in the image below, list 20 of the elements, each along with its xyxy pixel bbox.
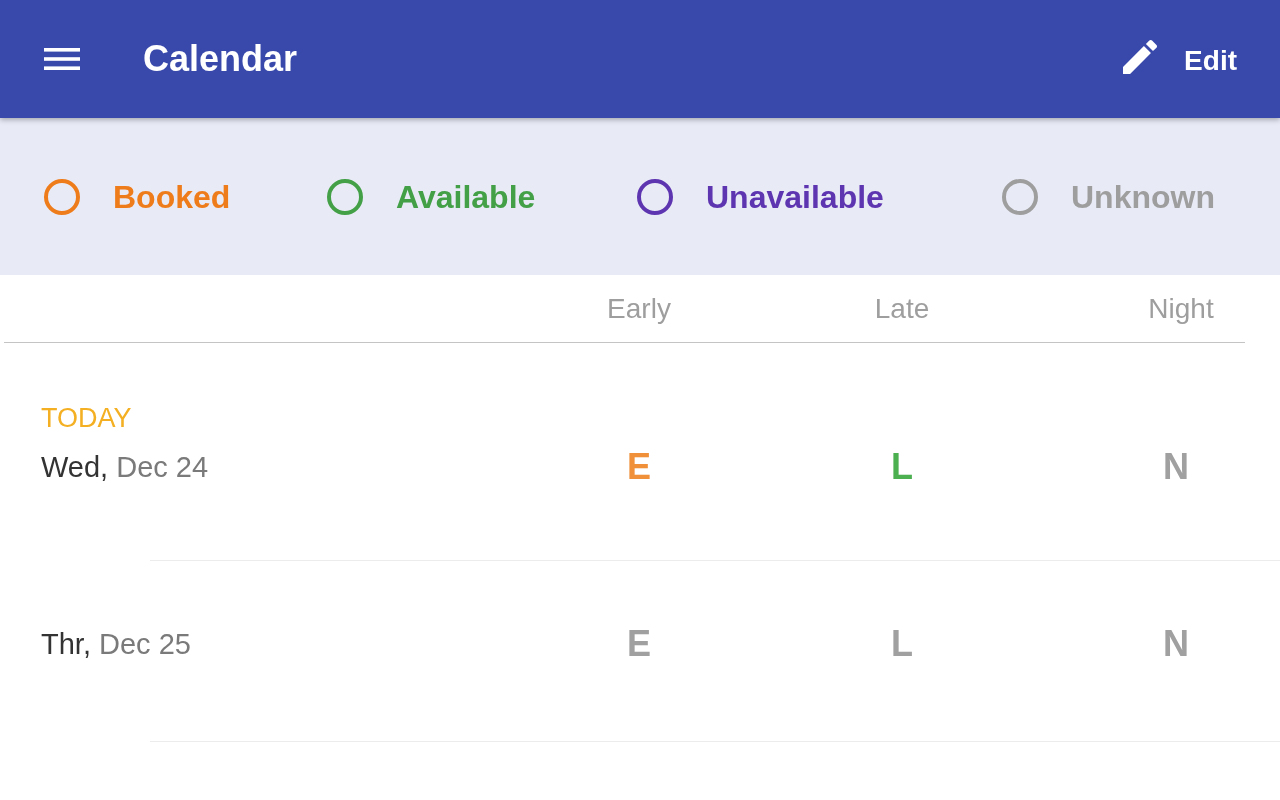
legend-label: Available bbox=[396, 177, 536, 216]
day-date: Wed, Dec 24 bbox=[41, 450, 209, 484]
legend-label: Unknown bbox=[1071, 177, 1215, 216]
shift-letter[interactable]: N bbox=[1116, 627, 1236, 661]
legend-label: Booked bbox=[113, 177, 231, 216]
legend-label: Unavailable bbox=[706, 177, 884, 216]
day-date: Thr, Dec 25 bbox=[41, 627, 191, 661]
menu-icon[interactable] bbox=[44, 48, 80, 70]
column-heading: Late bbox=[873, 291, 931, 326]
pencil-icon bbox=[1123, 40, 1158, 74]
edit-button[interactable]: Edit bbox=[1123, 44, 1237, 78]
shift-letter[interactable]: E bbox=[579, 450, 699, 484]
shift-letter[interactable]: L bbox=[842, 627, 962, 661]
today-label: TODAY bbox=[41, 403, 132, 433]
shift-letter[interactable]: N bbox=[1116, 450, 1236, 484]
column-heading: Night bbox=[1147, 291, 1215, 326]
shift-letter[interactable]: L bbox=[842, 450, 962, 484]
shift-letter[interactable]: E bbox=[579, 627, 699, 661]
app-title: Calendar bbox=[143, 38, 298, 80]
column-heading: Early bbox=[606, 291, 672, 326]
